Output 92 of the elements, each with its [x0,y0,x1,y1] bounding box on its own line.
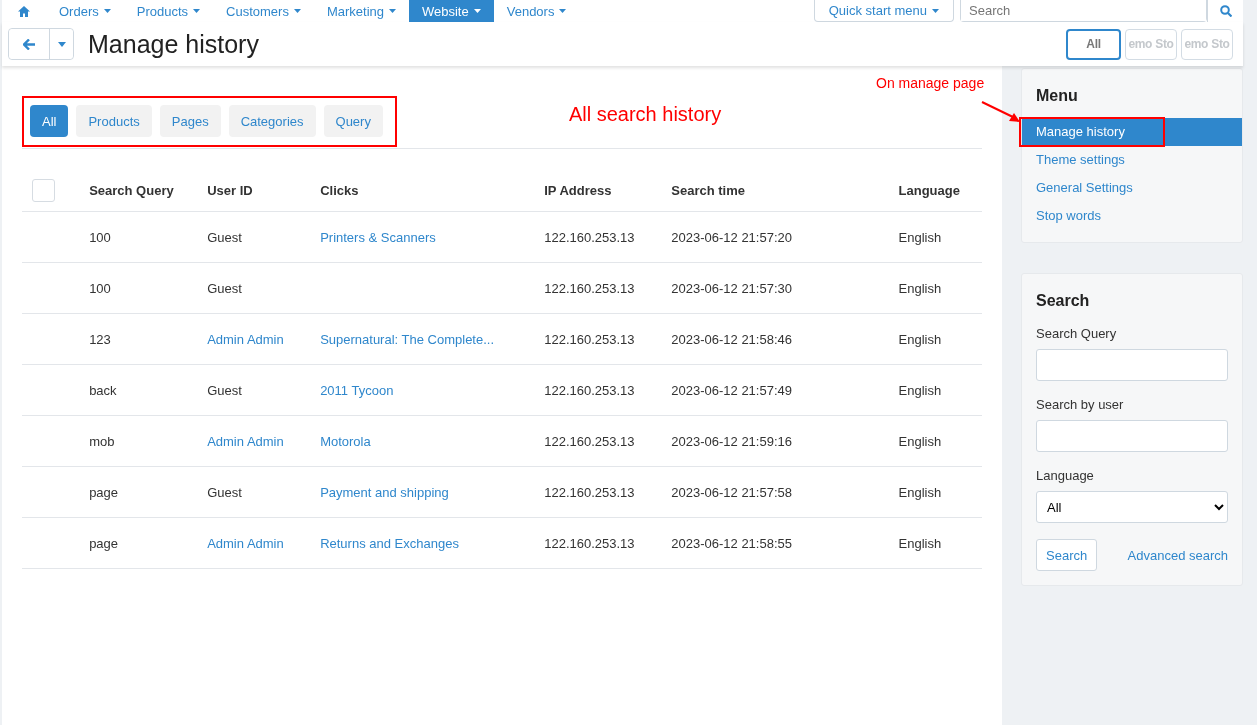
clicked-link[interactable]: Supernatural: The Complete... [320,331,495,347]
table-cell: Guest [207,382,242,398]
annotation-text: On manage page [876,75,985,91]
filter-tab[interactable]: Categories [228,105,316,137]
table-cell: 122.160.253.13 [544,331,635,347]
caret-icon [57,41,66,47]
menu-heading: Menu [1036,87,1079,105]
input-field[interactable] [1036,420,1228,452]
nav-tab[interactable]: Vendors [493,0,580,22]
table-cell: page [89,484,119,500]
language-select[interactable]: All [1036,491,1228,523]
menu-item[interactable]: Manage history [1022,118,1242,146]
select-all-checkbox[interactable] [32,178,55,202]
input-field[interactable] [1036,349,1228,381]
table-cell: English [898,484,942,500]
column-header: User ID [206,169,320,212]
table-cell: English [898,535,942,551]
nav-tab[interactable]: Products [123,0,214,22]
table-cell: 2023-06-12 21:59:16 [671,433,792,449]
nav-tab[interactable]: Orders [46,0,124,22]
clicked-link[interactable]: Returns and Exchanges [320,535,459,551]
field-label: Search by user [1036,397,1125,412]
table-cell: Guest [207,280,242,296]
table-cell: 2023-06-12 21:58:55 [671,535,792,551]
arrow-left-icon [23,38,35,50]
menu-item[interactable]: Stop words [1022,202,1242,230]
caret-icon [473,9,481,13]
dropdown-button[interactable] [49,29,73,59]
table-cell: English [898,382,942,398]
user-link[interactable]: Admin Admin [207,331,284,347]
home-icon[interactable] [18,5,30,17]
table-cell: English [898,229,942,245]
filter-tab[interactable]: Query [323,105,383,137]
table-cell: 122.160.253.13 [544,433,635,449]
table-cell: English [898,433,942,449]
table-cell: 122.160.253.13 [544,229,635,245]
menu-item[interactable]: Theme settings [1022,146,1242,174]
search-button[interactable]: Search [1036,539,1098,571]
filter-tab[interactable]: Pages [159,105,221,137]
table-cell: 2023-06-12 21:57:20 [671,229,792,245]
quick-start-menu-button[interactable]: Quick start menu [813,0,954,22]
table-cell: Guest [207,229,242,245]
field-label: Search Query [1036,326,1118,341]
caret-icon [559,9,567,13]
field-label: Language [1036,468,1095,483]
table-cell: 2023-06-12 21:57:49 [671,382,792,398]
arrow-icon [981,101,1021,123]
advanced-search-link[interactable]: Advanced search [1127,547,1228,563]
table-cell: 2023-06-12 21:57:58 [671,484,792,500]
caret-icon [293,9,301,13]
user-link[interactable]: Admin Admin [207,535,284,551]
search-field[interactable]: Search [960,0,1207,22]
table-cell: 2023-06-12 21:57:30 [671,280,792,296]
column-header: Search time [670,169,898,212]
clicked-link[interactable]: Motorola [320,433,371,449]
menu-item[interactable]: General Settings [1022,174,1242,202]
nav-tab[interactable]: Website [409,0,494,22]
search-heading: Search [1036,292,1091,310]
column-header: IP Address [543,169,671,212]
user-link[interactable]: Admin Admin [207,433,284,449]
table-cell: mob [89,433,115,449]
caret-icon [103,9,111,13]
filter-tab[interactable]: Products [76,105,152,137]
table-cell: 2023-06-12 21:58:46 [671,331,792,347]
table-cell: back [89,382,117,398]
caret-icon [389,9,396,13]
table-cell: 100 [89,229,111,245]
annotation-text: All search history [568,103,722,126]
table-cell: English [898,280,942,296]
nav-tab[interactable]: Customers [213,0,314,22]
storefront-button[interactable]: All [1066,28,1121,60]
filter-tab[interactable]: All [30,105,69,137]
table-cell: 122.160.253.13 [544,280,635,296]
table-cell: English [898,331,942,347]
table-cell: 123 [89,331,111,347]
column-header: Search Query [88,169,207,212]
caret-icon [193,9,201,13]
table-cell: page [89,535,119,551]
page-title: Manage history [88,29,260,59]
table-cell: 122.160.253.13 [544,535,635,551]
caret-icon [932,8,939,13]
table-cell: 100 [89,280,111,296]
column-header: Clicks [319,169,544,212]
nav-tab[interactable]: Marketing [313,0,409,22]
table-cell: Guest [207,484,242,500]
table-cell: 122.160.253.13 [544,484,635,500]
clicked-link[interactable]: Payment and shipping [320,484,449,500]
search-icon [1219,5,1232,17]
clicked-link[interactable]: Printers & Scanners [320,229,436,245]
clicked-link[interactable]: 2011 Tycoon [320,382,394,398]
table-cell: 122.160.253.13 [544,382,635,398]
column-header: Language [897,169,982,212]
